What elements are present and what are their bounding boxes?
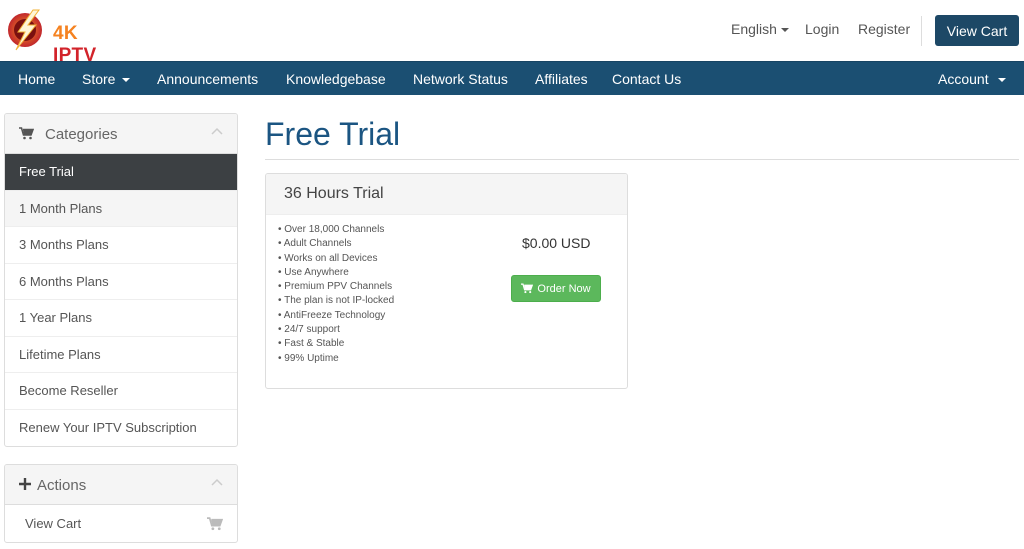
divider (921, 16, 922, 46)
feature-item: • Works on all Devices (278, 252, 378, 264)
categories-header[interactable]: Categories (5, 114, 237, 154)
title-divider (265, 159, 1019, 160)
feature-item: • Fast & Stable (278, 338, 345, 350)
feature-list: • Over 18,000 Channels • Adult Channels … (278, 223, 394, 366)
nav-knowledgebase[interactable]: Knowledgebase (286, 71, 386, 87)
product-price: $0.00 USD (522, 235, 591, 251)
nav-home[interactable]: Home (18, 71, 55, 87)
chevron-down-icon (997, 78, 1006, 83)
chevron-down-icon (780, 28, 789, 33)
chevron-up-icon[interactable] (211, 127, 223, 135)
actions-title: Actions (37, 477, 87, 494)
action-view-cart[interactable]: View Cart (5, 505, 237, 542)
category-6-months-plans[interactable]: 6 Months Plans (5, 264, 237, 300)
page-title: Free Trial (265, 116, 401, 152)
action-view-cart-label: View Cart (25, 515, 82, 531)
product-card: 36 Hours Trial • Over 18,000 Channels • … (265, 173, 628, 389)
categories-title: Categories (45, 126, 118, 143)
nav-affiliates[interactable]: Affiliates (535, 71, 588, 87)
category-become-reseller[interactable]: Become Reseller (5, 373, 237, 410)
cart-icon (521, 283, 534, 294)
actions-panel: Actions View Cart (4, 464, 238, 543)
language-dropdown[interactable]: English (731, 21, 789, 37)
nav-announcements[interactable]: Announcements (157, 71, 258, 87)
header: 4K IPTV English Login Register View Cart (0, 0, 1024, 66)
plus-icon (19, 478, 31, 490)
feature-item: • AntiFreeze Technology (278, 309, 386, 321)
actions-header[interactable]: Actions (5, 465, 237, 505)
language-label: English (731, 21, 777, 37)
categories-panel: Categories Free Trial 1 Month Plans 3 Mo… (4, 113, 238, 447)
category-lifetime-plans[interactable]: Lifetime Plans (5, 337, 237, 373)
feature-item: • Use Anywhere (278, 266, 349, 278)
order-now-label: Order Now (537, 282, 591, 295)
feature-item: • Adult Channels (278, 238, 352, 250)
cart-icon (19, 127, 34, 140)
nav-contact-us[interactable]: Contact Us (612, 71, 681, 87)
register-link[interactable]: Register (858, 21, 910, 37)
view-cart-button[interactable]: View Cart (935, 15, 1019, 46)
nav-account[interactable]: Account (938, 71, 1006, 87)
feature-item: • Over 18,000 Channels (278, 224, 385, 235)
feature-item: • 99% Uptime (278, 352, 339, 364)
feature-item: • The plan is not IP-locked (278, 295, 395, 307)
cart-icon (207, 517, 223, 531)
category-free-trial[interactable]: Free Trial (5, 154, 237, 191)
feature-item: • 24/7 support (278, 324, 340, 336)
login-link[interactable]: Login (805, 21, 839, 37)
category-3-months-plans[interactable]: 3 Months Plans (5, 227, 237, 264)
category-renew-subscription[interactable]: Renew Your IPTV Subscription (5, 410, 237, 447)
product-name: 36 Hours Trial (266, 174, 627, 215)
category-1-month-plans[interactable]: 1 Month Plans (5, 190, 237, 227)
category-1-year-plans[interactable]: 1 Year Plans (5, 300, 237, 337)
feature-item: • Premium PPV Channels (278, 281, 393, 293)
nav-store-label: Store (82, 71, 116, 87)
order-now-button[interactable]: Order Now (511, 275, 601, 302)
chevron-down-icon (122, 78, 131, 83)
nav-network-status[interactable]: Network Status (413, 71, 508, 87)
lightning-logo-icon (8, 9, 42, 51)
main-navbar: Home Store Announcements Knowledgebase N… (0, 61, 1024, 95)
logo[interactable]: 4K IPTV (6, 6, 126, 66)
chevron-up-icon[interactable] (211, 478, 223, 486)
nav-account-label: Account (938, 71, 989, 87)
nav-store[interactable]: Store (82, 71, 131, 87)
